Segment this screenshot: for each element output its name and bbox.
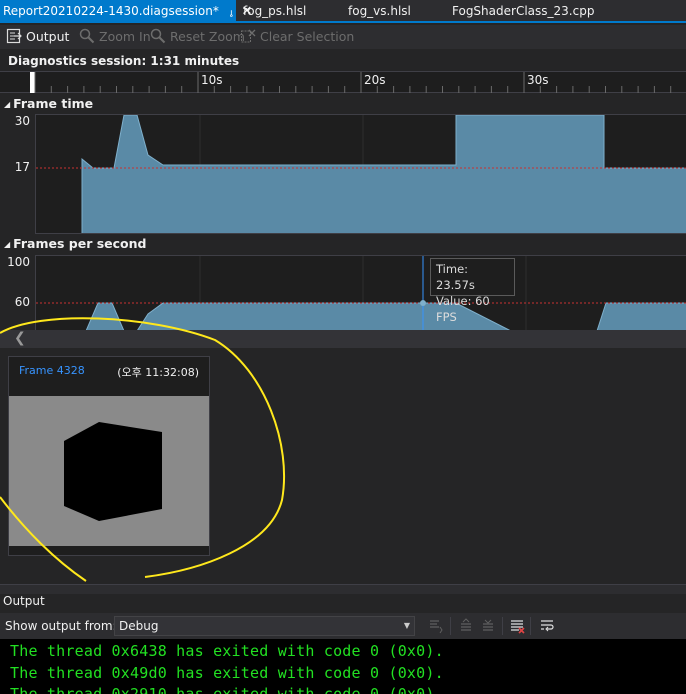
frame-time-y-30: 30 — [14, 114, 30, 128]
pin-icon[interactable]: ⊸ — [218, 10, 241, 18]
output-source-select[interactable]: Debug ▼ — [114, 616, 415, 636]
reset-zoom-label: Reset Zoom — [170, 29, 245, 44]
tab-label: Report20210224-1430.diagsession* — [3, 4, 219, 18]
tab-fog-ps[interactable]: fog_ps.hlsl — [243, 0, 306, 23]
output-icon — [6, 28, 22, 44]
clear-selection-icon — [241, 29, 256, 43]
frame-time-graph[interactable] — [35, 114, 686, 234]
frame-time-area — [81, 115, 686, 233]
tab-label: FogShaderClass_23.cpp — [452, 4, 595, 18]
show-output-from-label: Show output from: — [5, 619, 117, 633]
tooltip-time: Time: 23.57s — [436, 262, 475, 292]
output-pane-title: Output — [3, 594, 45, 608]
clear-selection-button[interactable]: Clear Selection — [240, 28, 354, 46]
output-label: Output — [26, 29, 70, 44]
console-line: The thread 0x2910 has exited with code 0… — [10, 685, 444, 694]
clear-selection-label: Clear Selection — [260, 29, 355, 44]
time-ruler[interactable]: 10s 20s 30s — [0, 71, 686, 93]
console-line: The thread 0x6438 has exited with code 0… — [10, 642, 444, 660]
ruler-label-10s: 10s — [201, 73, 223, 87]
graph-tooltip: Time: 23.57s Value: 60 FPS — [430, 258, 515, 324]
output-source-value: Debug — [119, 619, 159, 633]
frame-time-header[interactable]: ◢ Frame time — [4, 95, 93, 113]
toolbar-separator — [450, 617, 451, 635]
zoom-in-label: Zoom In — [99, 29, 151, 44]
ruler-label-30s: 30s — [527, 73, 549, 87]
frame-time-plot — [36, 115, 686, 233]
fps-header[interactable]: ◢ Frames per second — [4, 235, 147, 253]
session-title: Diagnostics session: 1:31 minutes — [0, 51, 686, 71]
hover-point — [420, 300, 426, 306]
fps-title: Frames per second — [13, 236, 147, 251]
tab-fogshaderclass[interactable]: FogShaderClass_23.cpp — [452, 0, 594, 23]
find-message-icon[interactable] — [428, 618, 444, 634]
output-toolbar: Show output from: Debug ▼ — [0, 613, 686, 639]
output-console[interactable]: ​ The thread 0x6438 has exited with code… — [0, 639, 686, 694]
output-divider[interactable] — [0, 584, 686, 594]
diagnostics-toolbar: Output Zoom In Reset Zoom Clear Selectio… — [0, 25, 686, 49]
tab-diagsession[interactable]: Report20210224-1430.diagsession* ⊸ ✕ — [0, 0, 252, 23]
output-button[interactable]: Output — [6, 28, 69, 46]
toolbar-separator — [530, 617, 531, 635]
collapse-triangle-icon[interactable]: ◢ — [4, 96, 10, 114]
toolbar-separator — [502, 617, 503, 635]
annotation-circle — [0, 317, 286, 582]
document-tab-bar: Report20210224-1430.diagsession* ⊸ ✕ fog_p… — [0, 0, 686, 23]
reset-zoom-button[interactable]: Reset Zoom — [150, 28, 245, 46]
fps-y-60: 60 — [14, 295, 30, 309]
clear-all-icon[interactable] — [509, 618, 525, 634]
zoom-in-icon — [79, 28, 95, 44]
tab-fog-vs[interactable]: fog_vs.hlsl — [348, 0, 411, 23]
word-wrap-icon[interactable] — [539, 618, 555, 634]
selection-handle[interactable] — [30, 72, 35, 93]
ruler-ticks — [30, 72, 672, 93]
fps-y-100: 100 — [7, 255, 30, 269]
console-line: The thread 0x49d0 has exited with code 0… — [10, 664, 444, 682]
tab-label: fog_vs.hlsl — [348, 4, 411, 18]
next-message-icon[interactable] — [480, 618, 496, 634]
frame-time-title: Frame time — [13, 96, 94, 111]
collapse-triangle-icon[interactable]: ◢ — [4, 236, 10, 254]
frame-time-y-17: 17 — [14, 160, 30, 174]
reset-zoom-icon — [150, 28, 166, 44]
dropdown-arrow-icon: ▼ — [403, 621, 410, 630]
previous-message-icon[interactable] — [458, 618, 474, 634]
annotation-stroke-lower — [0, 496, 87, 582]
zoom-in-button[interactable]: Zoom In — [79, 28, 151, 46]
ruler-label-20s: 20s — [364, 73, 386, 87]
annotation-stroke-upper — [0, 317, 286, 578]
tab-label: fog_ps.hlsl — [243, 4, 307, 18]
tooltip-value: Value: 60 FPS — [436, 294, 490, 324]
